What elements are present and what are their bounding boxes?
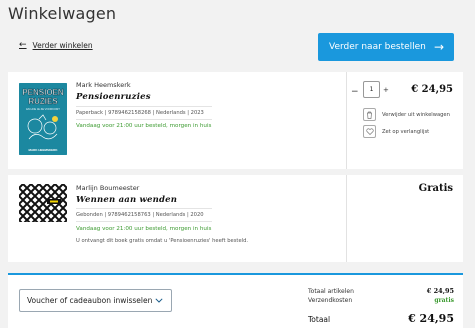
order-summary: Voucher of cadeaubon inwisselen Totaal a… — [8, 273, 463, 328]
arrow-right-icon: → — [433, 40, 444, 54]
delivery-info: Vandaag voor 21:00 uur besteld, morgen i… — [76, 123, 212, 129]
meta-divider-top — [76, 208, 212, 209]
add-to-wishlist-label: Zet op verlanglijst — [382, 128, 430, 135]
meta-divider-top — [76, 106, 212, 107]
voucher-label: Voucher of cadeaubon inwisselen — [27, 296, 153, 305]
book-cover-art: PENSIOEN RUZIES EN HOE JE ZE VOORKOMT MA… — [19, 83, 67, 155]
continue-shopping-label: Verder winkelen — [32, 40, 93, 50]
total-items-value: € 24,95 — [426, 287, 454, 295]
total-value: € 24,95 — [408, 312, 454, 325]
add-to-wishlist-button[interactable]: Zet op verlanglijst — [363, 125, 429, 138]
free-item-note: U ontvangt dit boek gratis omdat u 'Pens… — [76, 238, 249, 244]
summary-row-shipping: Verzendkosten gratis — [308, 297, 454, 304]
arrow-left-icon: ← — [19, 40, 27, 50]
total-items-label: Totaal artikelen — [308, 288, 354, 295]
cover-subtitle: EN HOE JE ZE VOORKOMT — [26, 107, 60, 111]
book-meta: Paperback | 9789462158268 | Nederlands |… — [76, 110, 204, 116]
book-author[interactable]: Mark Heemskerk — [76, 81, 131, 89]
shipping-label: Verzendkosten — [308, 297, 353, 304]
item-price: € 24,95 — [411, 84, 453, 95]
delivery-info: Vandaag voor 21:00 uur besteld, morgen i… — [76, 226, 212, 232]
shipping-value: gratis — [434, 297, 454, 304]
book-cover-image[interactable]: PENSIOEN RUZIES EN HOE JE ZE VOORKOMT MA… — [19, 83, 67, 155]
quantity-input[interactable]: 1 — [363, 81, 380, 98]
book-author[interactable]: Marlijn Boumeester — [76, 184, 139, 192]
total-label: Totaal — [308, 315, 331, 324]
summary-row-items: Totaal artikelen € 24,95 — [308, 287, 454, 295]
heart-icon — [363, 125, 376, 138]
cover-title-line2: RUZIES — [28, 97, 58, 106]
cover-author: MARK HEEMSKERK — [28, 148, 58, 152]
meta-divider-bottom — [76, 119, 212, 120]
checkout-label: Verder naar bestellen — [329, 42, 426, 52]
cover-title-line1: PENSIOEN — [22, 88, 64, 97]
meta-divider-bottom — [76, 221, 212, 222]
page-title: Winkelwagen — [8, 4, 117, 23]
book-cover-art — [19, 184, 67, 222]
increase-quantity-button[interactable]: + — [383, 86, 389, 94]
checkout-button[interactable]: Verder naar bestellen → — [318, 33, 454, 61]
summary-row-total: Totaal € 24,95 — [308, 312, 454, 325]
decrease-quantity-button[interactable]: − — [351, 87, 359, 97]
voucher-select[interactable]: Voucher of cadeaubon inwisselen — [19, 289, 172, 312]
book-cover-image[interactable] — [19, 184, 67, 222]
continue-shopping-link[interactable]: ← Verder winkelen — [19, 40, 93, 50]
book-title[interactable]: Pensioenruzies — [76, 92, 151, 102]
column-divider — [346, 175, 347, 262]
cart-item: PENSIOEN RUZIES EN HOE JE ZE VOORKOMT MA… — [8, 72, 463, 169]
remove-item-label: Verwijder uit winkelwagen — [382, 111, 450, 118]
item-price: Gratis — [418, 183, 453, 194]
chevron-down-icon — [155, 296, 163, 305]
cart-item: Marlijn Boumeester Wennen aan wenden Geb… — [8, 175, 463, 262]
column-divider — [346, 72, 347, 169]
book-meta: Gebonden | 9789462158763 | Nederlands | … — [76, 212, 204, 218]
remove-item-button[interactable]: Verwijder uit winkelwagen — [363, 108, 450, 121]
book-title[interactable]: Wennen aan wenden — [76, 195, 177, 205]
trash-icon — [363, 108, 376, 121]
